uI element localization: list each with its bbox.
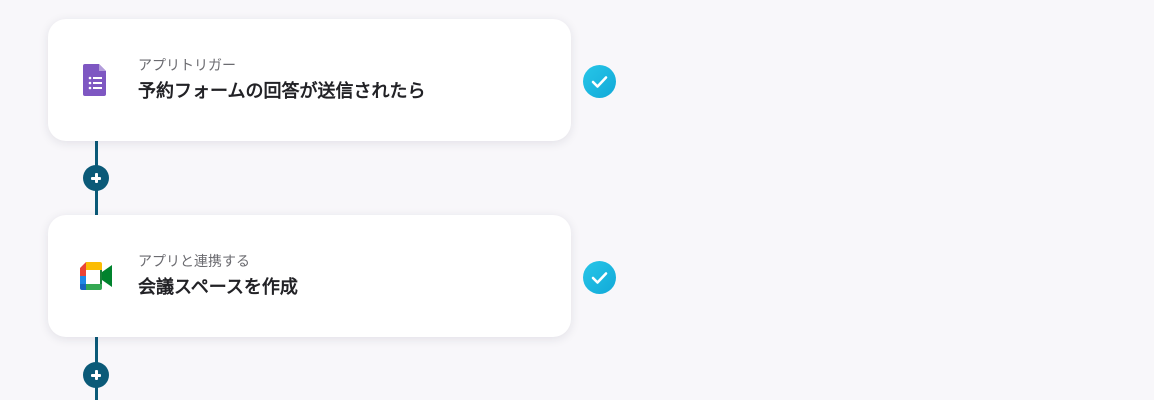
step-complete-check-icon [583,261,616,294]
add-step-button[interactable] [83,165,109,191]
flow-step-card-action[interactable]: アプリと連携する 会議スペースを作成 [48,215,571,337]
flow-step-card-trigger[interactable]: アプリトリガー 予約フォームの回答が送信されたら [48,19,571,141]
step-type-label: アプリトリガー [138,58,236,74]
step-complete-check-icon [583,65,616,98]
google-forms-icon [83,64,106,96]
step-texts: アプリトリガー 予約フォームの回答が送信されたら [138,57,425,104]
step-title: 予約フォームの回答が送信されたら [138,81,426,102]
flow-canvas: アプリトリガー 予約フォームの回答が送信されたら アプリと連携する 会議スペース… [0,0,1154,400]
step-type-label: アプリと連携する [138,254,250,270]
add-step-button[interactable] [83,362,109,388]
step-title: 会議スペースを作成 [138,277,298,298]
step-texts: アプリと連携する 会議スペースを作成 [138,253,298,300]
google-meet-icon [80,262,112,290]
